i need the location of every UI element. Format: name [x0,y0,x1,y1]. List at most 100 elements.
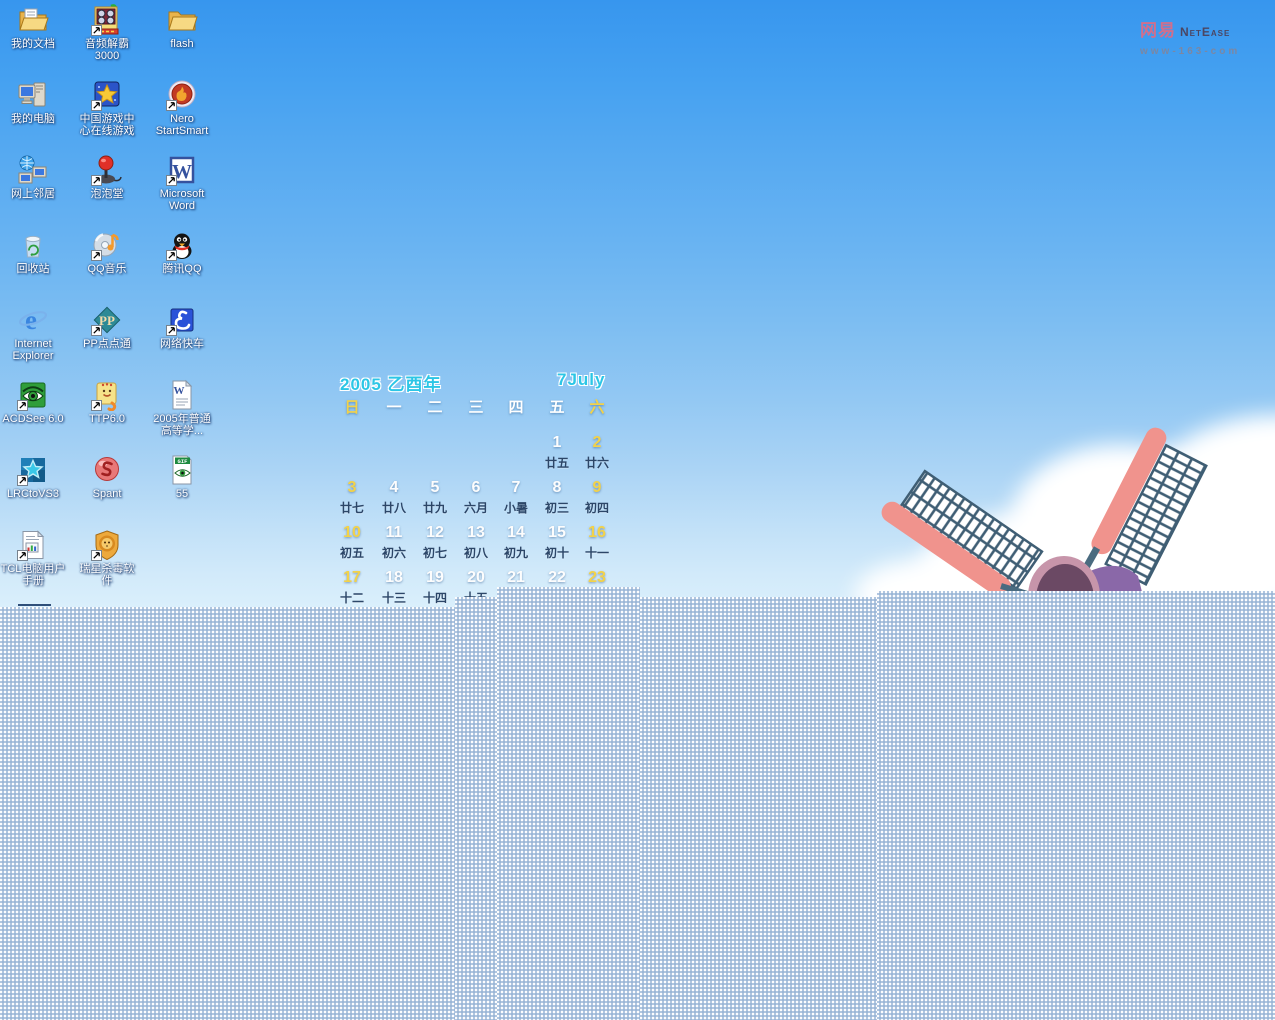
pp-diamond-icon: PP [91,304,123,336]
calendar-day-number: 18 [374,569,414,587]
ie-e-icon: e [17,304,49,336]
icon-label: TTP6.0 [71,413,143,425]
shortcut-arrow-icon [91,175,102,186]
recycle-bin-icon [17,229,49,261]
calendar-day-number: 19 [415,569,455,587]
calendar-day-number: 6 [456,479,496,497]
netease-brand: 网易NetEase [1140,16,1265,41]
qq-penguin-icon [166,229,198,261]
calendar-day-number: 17 [332,569,372,587]
game-star-icon [91,79,123,111]
netease-url: www-163-com [1140,46,1265,57]
calendar-day-number: 13 [456,524,496,542]
dither-region [640,597,877,1020]
flashget-swan-icon [166,304,198,336]
icon-label: 网络快车 [146,338,218,350]
calendar-day-lunar: 初十 [535,544,579,561]
calendar-day-number: 23 [577,569,617,587]
calendar-weekday: 日 [332,396,372,417]
svg-text:GIF: GIF [178,458,188,465]
calendar-day-number: 21 [496,569,536,587]
calendar-day-number: 10 [332,524,372,542]
icon-label: 我的电脑 [0,113,69,125]
icon-label: 腾讯QQ [146,263,218,275]
icon-label: ACDSee 6.0 [0,413,69,425]
dither-region [455,597,497,1020]
dither-region [497,587,640,1020]
documents-folder-icon [17,4,49,36]
icon-label: 泡泡堂 [71,188,143,200]
calendar-day-number: 20 [456,569,496,587]
calendar-day-number: 14 [496,524,536,542]
calendar-day-number: 16 [577,524,617,542]
acdsee-eye-icon [17,379,49,411]
icon-label: 中国游戏中 心在线游戏 [71,113,143,137]
dither-region [0,607,455,1020]
icon-label: flash [146,38,218,50]
gif-file-icon: GIF [166,454,198,486]
calendar-day-number: 5 [415,479,455,497]
svg-text:e: e [25,305,37,335]
shortcut-arrow-icon [17,550,28,561]
shortcut-arrow-icon [166,250,177,261]
shortcut-arrow-icon [91,325,102,336]
joystick-icon [91,154,123,186]
shortcut-arrow-icon [17,475,28,486]
lion-shield-icon [91,529,123,561]
shortcut-arrow-icon [91,400,102,411]
calendar-day-lunar: 初八 [454,544,498,561]
nero-flame-icon [166,79,198,111]
calendar-day-lunar: 小暑 [494,499,538,516]
shortcut-arrow-icon [166,325,177,336]
shortcut-arrow-icon [91,100,102,111]
svg-text:W: W [174,385,185,397]
calendar-day-lunar: 初四 [575,499,619,516]
icon-label: PP点点通 [71,338,143,350]
calendar-day-number: 1 [537,434,577,452]
shortcut-arrow-icon [91,250,102,261]
calendar-weekday: 二 [415,396,455,417]
netease-brand-en: NetEase [1180,25,1230,39]
audio-player-icon [91,4,123,36]
calendar-widget: 2005 乙酉年 7July 日一二三四五六1廿五2廿六3廿七4廿八5廿九6六月… [330,370,630,605]
icon-label: 我的文档 [0,38,69,50]
calendar-day-lunar: 廿七 [330,499,374,516]
calendar-day-number: 3 [332,479,372,497]
calendar-day-lunar: 初六 [372,544,416,561]
calendar-day-lunar: 初三 [535,499,579,516]
calendar-day-lunar: 廿六 [575,454,619,471]
calendar-day-lunar: 初五 [330,544,374,561]
ttplayer-face-icon [91,379,123,411]
calendar-day-number: 7 [496,479,536,497]
icon-label: 2005年普通 高等学... [146,413,218,437]
calendar-day-number: 4 [374,479,414,497]
icon-label: QQ音乐 [71,263,143,275]
icon-label: Microsoft Word [146,188,218,212]
blue-star-icon [17,454,49,486]
icon-label: Internet Explorer [0,338,69,362]
icon-label: Spant [71,488,143,500]
partially-visible-icon [18,604,51,606]
shortcut-arrow-icon [91,25,102,36]
calendar-day-number: 9 [577,479,617,497]
shortcut-arrow-icon [166,175,177,186]
icon-label: 55 [146,488,218,500]
calendar-day-number: 22 [537,569,577,587]
calendar-day-number: 8 [537,479,577,497]
windmill-left-blade [878,463,1042,603]
calendar-day-lunar: 十三 [372,589,416,606]
windmill-right-blade [1085,424,1211,584]
network-places-icon [17,154,49,186]
calendar-day-lunar: 初九 [494,544,538,561]
folder-icon [166,4,198,36]
icon-label: 网上邻居 [0,188,69,200]
word-w-icon: W [166,154,198,186]
calendar-year-title: 2005 乙酉年 [340,370,442,395]
calendar-day-lunar: 十一 [575,544,619,561]
calendar-weekday: 一 [374,396,414,417]
icon-label: 瑞星杀毒软 件 [71,563,143,587]
calendar-day-lunar: 廿五 [535,454,579,471]
computer-icon [17,79,49,111]
icon-label: Nero StartSmart [146,113,218,137]
desktop: 2005 乙酉年 7July 日一二三四五六1廿五2廿六3廿七4廿八5廿九6六月… [0,0,1275,1020]
